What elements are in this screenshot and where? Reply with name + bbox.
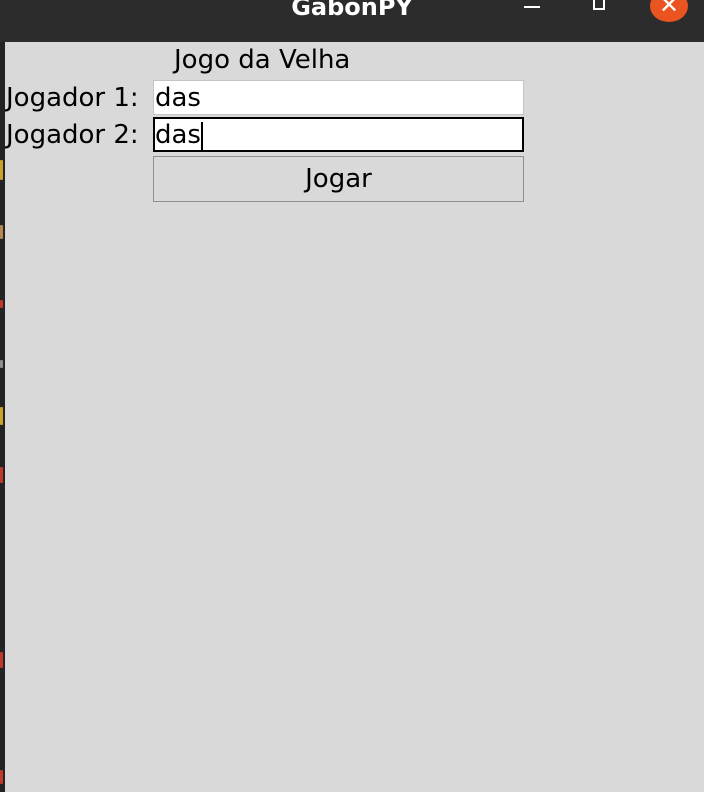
player-2-input[interactable] xyxy=(153,117,524,152)
maximize-icon xyxy=(593,0,605,10)
edge-decoration xyxy=(0,770,3,784)
close-icon: ✕ xyxy=(658,0,680,19)
text-cursor xyxy=(201,122,203,151)
minimize-icon xyxy=(524,6,540,8)
edge-decoration xyxy=(0,225,3,239)
play-button[interactable]: Jogar xyxy=(153,156,524,202)
page-title: Jogo da Velha xyxy=(174,45,351,75)
player-2-label: Jogador 2: xyxy=(6,120,139,150)
main-content: Jogo da Velha Jogador 1: Jogador 2: Joga… xyxy=(5,42,704,792)
edge-decoration xyxy=(0,300,3,308)
app-window: GabonPY ✕ Jogo da Velha Jogador 1: Jogad… xyxy=(0,0,704,792)
edge-decoration xyxy=(0,467,3,483)
edge-decoration xyxy=(0,360,3,368)
player-1-input[interactable] xyxy=(153,80,524,115)
edge-decoration xyxy=(0,160,3,180)
minimize-button[interactable] xyxy=(512,0,552,30)
title-bar[interactable]: GabonPY ✕ xyxy=(0,0,704,42)
player-1-label: Jogador 1: xyxy=(6,83,139,113)
edge-decoration xyxy=(0,407,3,425)
maximize-button[interactable] xyxy=(580,0,620,30)
edge-decoration xyxy=(0,652,3,668)
close-button[interactable]: ✕ xyxy=(648,0,688,30)
